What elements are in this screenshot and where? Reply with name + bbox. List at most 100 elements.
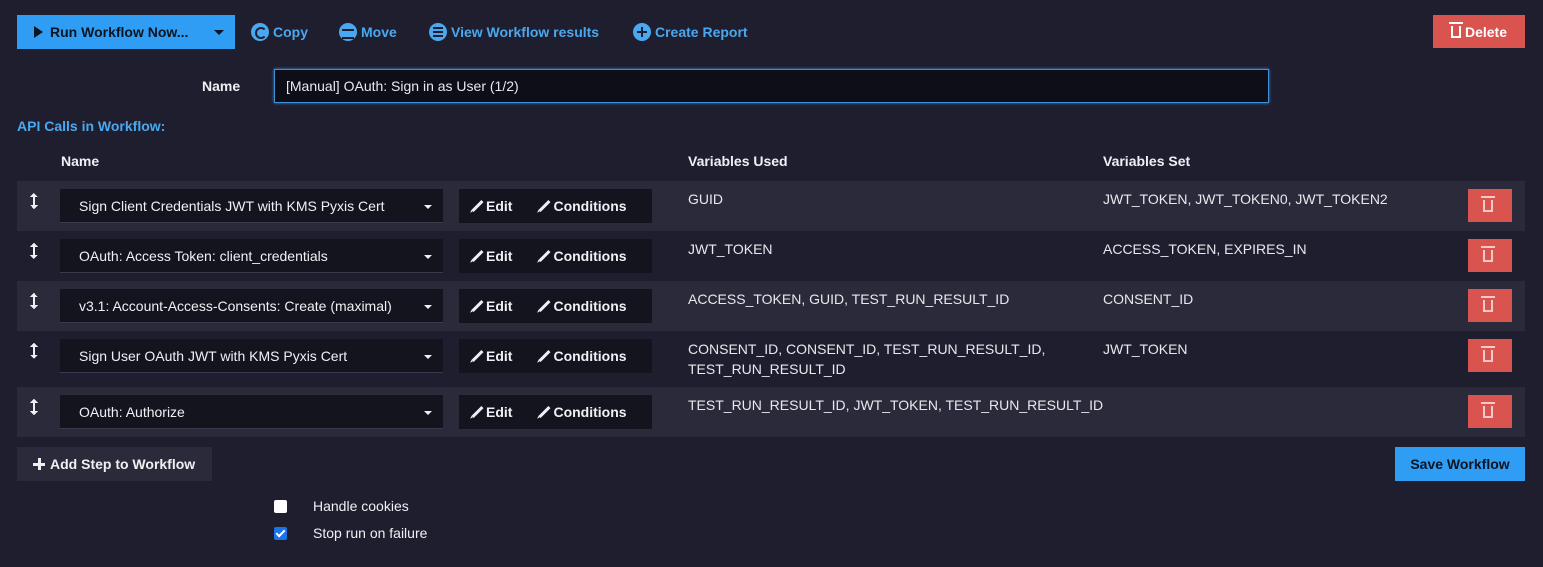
delete-step-button[interactable]	[1468, 395, 1512, 428]
view-results-label: View Workflow results	[451, 24, 600, 40]
api-call-name: v3.1: Account-Access-Consents: Create (m…	[79, 297, 392, 314]
edit-label: Edit	[486, 248, 513, 264]
drag-handle-icon[interactable]	[28, 293, 40, 309]
chevron-down-icon	[424, 355, 432, 359]
table-row: Sign Client Credentials JWT with KMS Pyx…	[17, 181, 1525, 231]
move-button[interactable]: Move	[339, 15, 397, 49]
add-step-button[interactable]: Add Step to Workflow	[17, 447, 212, 481]
delete-step-button[interactable]	[1468, 289, 1512, 322]
table-row: OAuth: Access Token: client_credentials …	[17, 231, 1525, 281]
section-title: API Calls in Workflow:	[17, 118, 166, 134]
api-call-select[interactable]: v3.1: Account-Access-Consents: Create (m…	[60, 289, 443, 323]
pencil-icon	[471, 249, 484, 263]
variables-set: CONSENT_ID	[1103, 291, 1194, 307]
conditions-button[interactable]: Conditions	[538, 189, 627, 223]
edit-button[interactable]: Edit	[471, 289, 513, 323]
copy-label: Copy	[273, 24, 308, 40]
variables-set: ACCESS_TOKEN, EXPIRES_IN	[1103, 241, 1307, 257]
api-call-name: OAuth: Authorize	[79, 403, 185, 420]
list-icon	[429, 23, 447, 41]
pencil-icon	[471, 405, 484, 419]
conditions-label: Conditions	[553, 198, 627, 214]
conditions-label: Conditions	[553, 348, 627, 364]
workflow-name-input[interactable]	[274, 69, 1269, 103]
table-row: v3.1: Account-Access-Consents: Create (m…	[17, 281, 1525, 331]
trash-icon	[1481, 245, 1495, 262]
pencil-icon	[538, 199, 551, 213]
row-button-group: Edit Conditions	[459, 395, 652, 429]
conditions-label: Conditions	[553, 248, 627, 264]
row-button-group: Edit Conditions	[459, 239, 652, 273]
conditions-button[interactable]: Conditions	[538, 395, 627, 429]
handle-cookies-checkbox[interactable]	[274, 500, 287, 513]
create-report-button[interactable]: Create Report	[633, 15, 748, 49]
chevron-down-icon	[424, 411, 432, 415]
run-workflow-label: Run Workflow Now...	[50, 24, 189, 40]
drag-handle-icon[interactable]	[28, 343, 40, 359]
stop-on-failure-label: Stop run on failure	[313, 525, 428, 541]
edit-button[interactable]: Edit	[471, 395, 513, 429]
move-icon	[339, 23, 357, 41]
delete-step-button[interactable]	[1468, 189, 1512, 222]
plus-icon	[33, 458, 45, 470]
api-call-select[interactable]: Sign Client Credentials JWT with KMS Pyx…	[60, 189, 443, 223]
edit-label: Edit	[486, 198, 513, 214]
conditions-button[interactable]: Conditions	[538, 289, 627, 323]
drag-handle-icon[interactable]	[28, 399, 40, 415]
variables-used-line: CONSENT_ID, CONSENT_ID, TEST_RUN_RESULT_…	[688, 341, 1046, 357]
view-workflow-results-button[interactable]: View Workflow results	[429, 15, 599, 49]
trash-icon	[1481, 401, 1495, 418]
column-header-variables-used: Variables Used	[688, 153, 788, 169]
pencil-icon	[471, 199, 484, 213]
plus-circle-icon	[633, 23, 651, 41]
delete-workflow-button[interactable]: Delete	[1433, 15, 1525, 48]
trash-icon	[1448, 21, 1463, 38]
api-call-select[interactable]: Sign User OAuth JWT with KMS Pyxis Cert	[60, 339, 443, 373]
stop-on-failure-checkbox[interactable]	[274, 527, 287, 540]
copy-button[interactable]: Copy	[251, 15, 308, 49]
conditions-button[interactable]: Conditions	[538, 239, 627, 273]
handle-cookies-label: Handle cookies	[313, 498, 409, 514]
variables-used: CONSENT_ID, CONSENT_ID, TEST_RUN_RESULT_…	[688, 339, 1045, 379]
api-call-name: OAuth: Access Token: client_credentials	[79, 247, 328, 264]
drag-handle-icon[interactable]	[28, 243, 40, 259]
play-icon	[34, 26, 43, 38]
pencil-icon	[471, 349, 484, 363]
variables-set: JWT_TOKEN	[1103, 341, 1188, 357]
api-call-select[interactable]: OAuth: Authorize	[60, 395, 443, 429]
trash-icon	[1481, 295, 1495, 312]
column-header-variables-set: Variables Set	[1103, 153, 1191, 169]
delete-step-button[interactable]	[1468, 339, 1512, 372]
row-button-group: Edit Conditions	[459, 289, 652, 323]
pencil-icon	[538, 405, 551, 419]
create-report-label: Create Report	[655, 24, 748, 40]
conditions-label: Conditions	[553, 298, 627, 314]
edit-label: Edit	[486, 298, 513, 314]
drag-handle-icon[interactable]	[28, 193, 40, 209]
edit-button[interactable]: Edit	[471, 239, 513, 273]
table-row: Sign User OAuth JWT with KMS Pyxis Cert …	[17, 331, 1525, 387]
chevron-down-icon[interactable]	[214, 30, 224, 35]
edit-label: Edit	[486, 348, 513, 364]
variables-used: TEST_RUN_RESULT_ID, JWT_TOKEN, TEST_RUN_…	[688, 397, 1104, 413]
variables-set: JWT_TOKEN, JWT_TOKEN0, JWT_TOKEN2	[1103, 191, 1388, 207]
move-label: Move	[361, 24, 397, 40]
chevron-down-icon	[424, 305, 432, 309]
row-button-group: Edit Conditions	[459, 189, 652, 223]
run-workflow-button[interactable]: Run Workflow Now...	[17, 15, 235, 49]
edit-label: Edit	[486, 404, 513, 420]
variables-used: ACCESS_TOKEN, GUID, TEST_RUN_RESULT_ID	[688, 291, 1010, 307]
row-button-group: Edit Conditions	[459, 339, 652, 373]
pencil-icon	[471, 299, 484, 313]
toolbar: Run Workflow Now... Copy Move View Workf…	[17, 15, 1525, 49]
delete-step-button[interactable]	[1468, 239, 1512, 272]
trash-icon	[1481, 345, 1495, 362]
edit-button[interactable]: Edit	[471, 339, 513, 373]
chevron-down-icon	[424, 255, 432, 259]
conditions-button[interactable]: Conditions	[538, 339, 627, 373]
api-call-name: Sign User OAuth JWT with KMS Pyxis Cert	[79, 347, 348, 364]
chevron-down-icon	[424, 205, 432, 209]
save-workflow-button[interactable]: Save Workflow	[1395, 447, 1525, 481]
edit-button[interactable]: Edit	[471, 189, 513, 223]
api-call-select[interactable]: OAuth: Access Token: client_credentials	[60, 239, 443, 273]
